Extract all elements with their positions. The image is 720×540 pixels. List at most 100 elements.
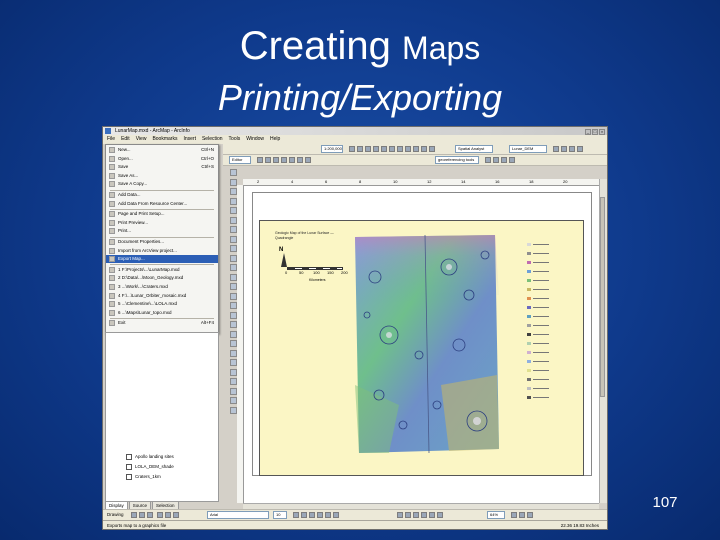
link-table-icon[interactable] <box>509 157 515 163</box>
edit-tool-icon[interactable] <box>230 321 237 328</box>
file-menu-item[interactable]: New... Ctrl+N <box>106 146 218 154</box>
merge-icon[interactable] <box>230 387 237 395</box>
underline-icon[interactable] <box>309 512 315 518</box>
georeferencing-combo[interactable]: georeferencing tools <box>435 156 479 164</box>
layer-combo[interactable]: Lunar_DEM <box>509 145 547 153</box>
layout-fixed-zoom-out-icon[interactable] <box>421 512 427 518</box>
drawing-menu[interactable]: Drawing <box>107 512 124 517</box>
file-menu-item[interactable]: Save As... <box>106 172 218 180</box>
hyperlink-tool-icon[interactable] <box>230 264 237 271</box>
bold-icon[interactable] <box>293 512 299 518</box>
rectangle-icon[interactable] <box>157 512 163 518</box>
file-menu-item[interactable]: Print... <box>106 227 218 235</box>
rotate-element-icon[interactable] <box>139 512 145 518</box>
layout-zoom-icon[interactable] <box>397 512 403 518</box>
control-points-icon[interactable] <box>501 157 507 163</box>
clip-icon[interactable] <box>230 406 237 414</box>
file-menu-item[interactable]: Page and Print Setup... <box>106 210 218 218</box>
back-extent-icon[interactable] <box>297 157 303 163</box>
text-icon[interactable] <box>165 512 171 518</box>
pan-tool-icon[interactable] <box>230 197 237 205</box>
file-menu-item[interactable]: 4 F:\...\Lunar_Orbiter_mosaic.mxd <box>106 292 218 300</box>
rotate-icon[interactable] <box>485 157 491 163</box>
file-menu-item[interactable]: 3 ...\Work\...\Craters.mxd <box>106 283 218 291</box>
select-tool-icon[interactable] <box>230 169 237 176</box>
font-size-combo[interactable]: 10 <box>273 511 287 519</box>
pan-icon[interactable] <box>365 146 371 152</box>
trace-icon[interactable] <box>230 359 237 366</box>
line-color-icon[interactable] <box>333 512 339 518</box>
file-menu-item[interactable]: Import from ArcView project... <box>106 247 218 255</box>
zoom-in-tool-icon[interactable] <box>230 178 237 186</box>
forward-arrow-icon[interactable] <box>230 226 237 233</box>
rotate-tool-icon[interactable] <box>230 340 237 347</box>
line-icon[interactable] <box>173 512 179 518</box>
attributes-icon[interactable] <box>577 146 583 152</box>
html-popup-icon[interactable] <box>230 311 237 319</box>
focus-data-frame-icon[interactable] <box>519 512 525 518</box>
layer-visibility-checkbox[interactable] <box>126 453 132 460</box>
measure-tool-icon[interactable] <box>230 273 237 281</box>
zoom-percent-combo[interactable]: 64% <box>487 511 505 519</box>
layout-zoom-in-icon[interactable] <box>257 157 263 163</box>
identify-icon[interactable] <box>381 146 387 152</box>
zoom-whole-page-icon[interactable] <box>281 157 287 163</box>
shift-icon[interactable] <box>493 157 499 163</box>
pointer-icon[interactable] <box>230 245 237 252</box>
file-menu-item[interactable]: Export Map... <box>106 255 218 264</box>
font-color-icon[interactable] <box>317 512 323 518</box>
menu-insert[interactable]: Insert <box>183 136 196 142</box>
scale-combo[interactable]: 1:200,000 <box>321 145 343 153</box>
arccatalog-icon[interactable] <box>429 146 435 152</box>
sketch-tool-icon[interactable] <box>230 330 237 338</box>
back-arrow-icon[interactable] <box>230 216 237 224</box>
layout-fixed-zoom-icon[interactable] <box>405 512 411 518</box>
layout-next-extent-icon[interactable] <box>437 512 443 518</box>
menu-edit[interactable]: Edit <box>121 136 130 142</box>
font-combo[interactable]: Arial <box>207 511 269 519</box>
globe-icon[interactable] <box>230 207 237 214</box>
map-title[interactable]: Geologic Map of the Lunar Surface — Quad… <box>275 231 345 240</box>
file-menu-item[interactable]: Open... Ctrl+O <box>106 155 218 163</box>
lunar-map-raster[interactable] <box>349 235 501 453</box>
toc-layer-row[interactable]: Apollo landing sites <box>126 453 174 460</box>
hyperlink-icon[interactable] <box>405 146 411 152</box>
layout-pan-icon[interactable] <box>273 157 279 163</box>
select-features-icon[interactable] <box>230 235 237 243</box>
spatial-analyst-combo[interactable]: Spatial Analyst <box>455 145 493 153</box>
menu-bookmarks[interactable]: Bookmarks <box>152 136 177 142</box>
reshape-icon[interactable] <box>230 378 237 385</box>
file-menu-item[interactable]: Document Properties... <box>106 238 218 246</box>
union-icon[interactable] <box>230 397 237 404</box>
toc-layer-row[interactable]: Craters_1km <box>126 473 161 480</box>
find-icon[interactable] <box>230 283 237 290</box>
file-menu-item[interactable]: Add Data From Resource Center... <box>106 200 218 208</box>
menu-help[interactable]: Help <box>270 136 280 142</box>
zoom-out-icon[interactable] <box>357 146 363 152</box>
goto-xy-icon[interactable] <box>230 292 237 300</box>
full-extent-icon[interactable] <box>373 146 379 152</box>
sketch-icon[interactable] <box>561 146 567 152</box>
help-icon[interactable] <box>413 146 419 152</box>
arctoolbox-icon[interactable] <box>421 146 427 152</box>
menu-window[interactable]: Window <box>246 136 264 142</box>
editor-icon[interactable] <box>553 146 559 152</box>
zoom-to-selected-icon[interactable] <box>147 512 153 518</box>
north-arrow-icon[interactable] <box>281 253 287 267</box>
layout-zoom-out-icon[interactable] <box>265 157 271 163</box>
italic-icon[interactable] <box>301 512 307 518</box>
toggle-draft-mode-icon[interactable] <box>511 512 517 518</box>
file-menu-item[interactable]: 2 D:\Data\...\Moon_Geology.mxd <box>106 274 218 282</box>
editor-combo[interactable]: Editor <box>229 156 251 164</box>
select-elements-icon[interactable] <box>131 512 137 518</box>
info-icon[interactable] <box>230 254 237 262</box>
zoom-100-icon[interactable] <box>289 157 295 163</box>
menu-file[interactable]: File <box>107 136 115 142</box>
map-legend[interactable] <box>527 243 549 413</box>
split-icon[interactable] <box>230 368 237 376</box>
file-menu-item[interactable]: 6 ...\Maps\Lunar_topo.mxd <box>106 309 218 317</box>
file-menu-item[interactable]: Exit Alt+F4 <box>106 319 218 327</box>
layer-visibility-checkbox[interactable] <box>126 463 132 470</box>
attributes-tool-icon[interactable] <box>230 349 237 357</box>
task-icon[interactable] <box>569 146 575 152</box>
